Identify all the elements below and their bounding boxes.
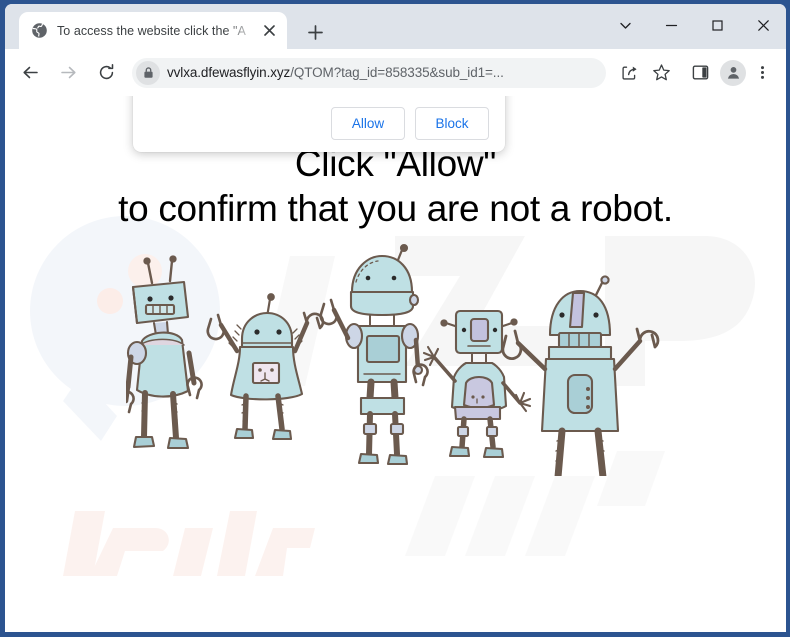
lock-icon[interactable] — [136, 60, 160, 85]
notification-permission-dialog: vvlxa.dfewasflyin.xyz wants to Show noti… — [133, 96, 505, 152]
robot-2 — [205, 293, 324, 441]
robot-1 — [125, 255, 203, 450]
share-icon[interactable] — [615, 58, 645, 88]
tab-title: To access the website click the "A — [57, 23, 246, 38]
url-text: vvlxa.dfewasflyin.xyz/QTOM?tag_id=858335… — [167, 65, 600, 80]
page-content: Click "Allow" to confirm that you are no… — [5, 96, 786, 632]
browser-window: To access the website click the "A vvlxa… — [0, 0, 790, 637]
reload-button[interactable] — [90, 57, 122, 89]
forward-button[interactable] — [52, 57, 84, 89]
window-controls — [602, 4, 786, 46]
headline-line-2: to confirm that you are not a robot. — [118, 188, 673, 230]
tab-close-icon[interactable] — [259, 21, 279, 41]
url-path: /QTOM?tag_id=858335&sub_id1=... — [290, 65, 504, 80]
tab-strip: To access the website click the "A — [5, 4, 786, 49]
address-bar[interactable]: vvlxa.dfewasflyin.xyz/QTOM?tag_id=858335… — [132, 57, 606, 88]
tab-search-button[interactable] — [602, 4, 648, 46]
globe-icon — [31, 22, 48, 39]
allow-button[interactable]: Allow — [331, 107, 405, 140]
new-tab-button[interactable] — [301, 18, 329, 46]
browser-tab[interactable]: To access the website click the "A — [19, 12, 287, 49]
minimize-button[interactable] — [648, 4, 694, 46]
url-host: vvlxa.dfewasflyin.xyz — [167, 65, 291, 80]
five-cartoon-robots — [125, 244, 659, 477]
dialog-actions: Allow Block — [151, 107, 489, 140]
browser-toolbar: vvlxa.dfewasflyin.xyz/QTOM?tag_id=858335… — [5, 49, 786, 96]
page-headline: Click "Allow" to confirm that you are no… — [118, 141, 673, 231]
star-icon[interactable] — [646, 58, 676, 88]
block-button[interactable]: Block — [415, 107, 489, 140]
page-viewport: Click "Allow" to confirm that you are no… — [5, 96, 786, 632]
robot-3 — [318, 244, 429, 466]
robot-5 — [501, 275, 659, 477]
profile-avatar-icon[interactable] — [720, 59, 746, 86]
side-panel-icon[interactable] — [685, 58, 715, 88]
close-window-button[interactable] — [740, 4, 786, 46]
back-button[interactable] — [14, 57, 46, 89]
three-dot-menu-icon[interactable] — [747, 58, 777, 88]
chrome-frame: To access the website click the "A vvlxa… — [5, 4, 786, 632]
maximize-button[interactable] — [694, 4, 740, 46]
